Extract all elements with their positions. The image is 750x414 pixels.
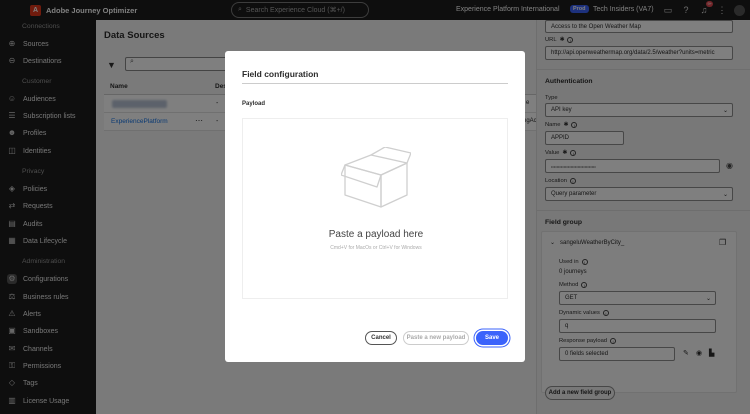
dialog-divider (242, 83, 508, 84)
dialog-title: Field configuration (242, 69, 319, 79)
payload-label: Payload (242, 101, 266, 107)
paste-new-payload-button[interactable]: Paste a new payload (403, 331, 469, 345)
empty-box-icon (341, 147, 411, 208)
payload-dropzone[interactable]: Paste a payload here Cmd+V for MacOs or … (242, 118, 508, 299)
dropzone-title: Paste a payload here (328, 229, 424, 240)
cancel-button[interactable]: Cancel (365, 331, 397, 345)
field-configuration-dialog: Field configuration Payload Paste a payl… (225, 51, 525, 362)
dropzone-hint: Cmd+V for MacOs or Ctrl+V for Windows (330, 245, 422, 251)
save-button[interactable]: Save (476, 331, 508, 345)
